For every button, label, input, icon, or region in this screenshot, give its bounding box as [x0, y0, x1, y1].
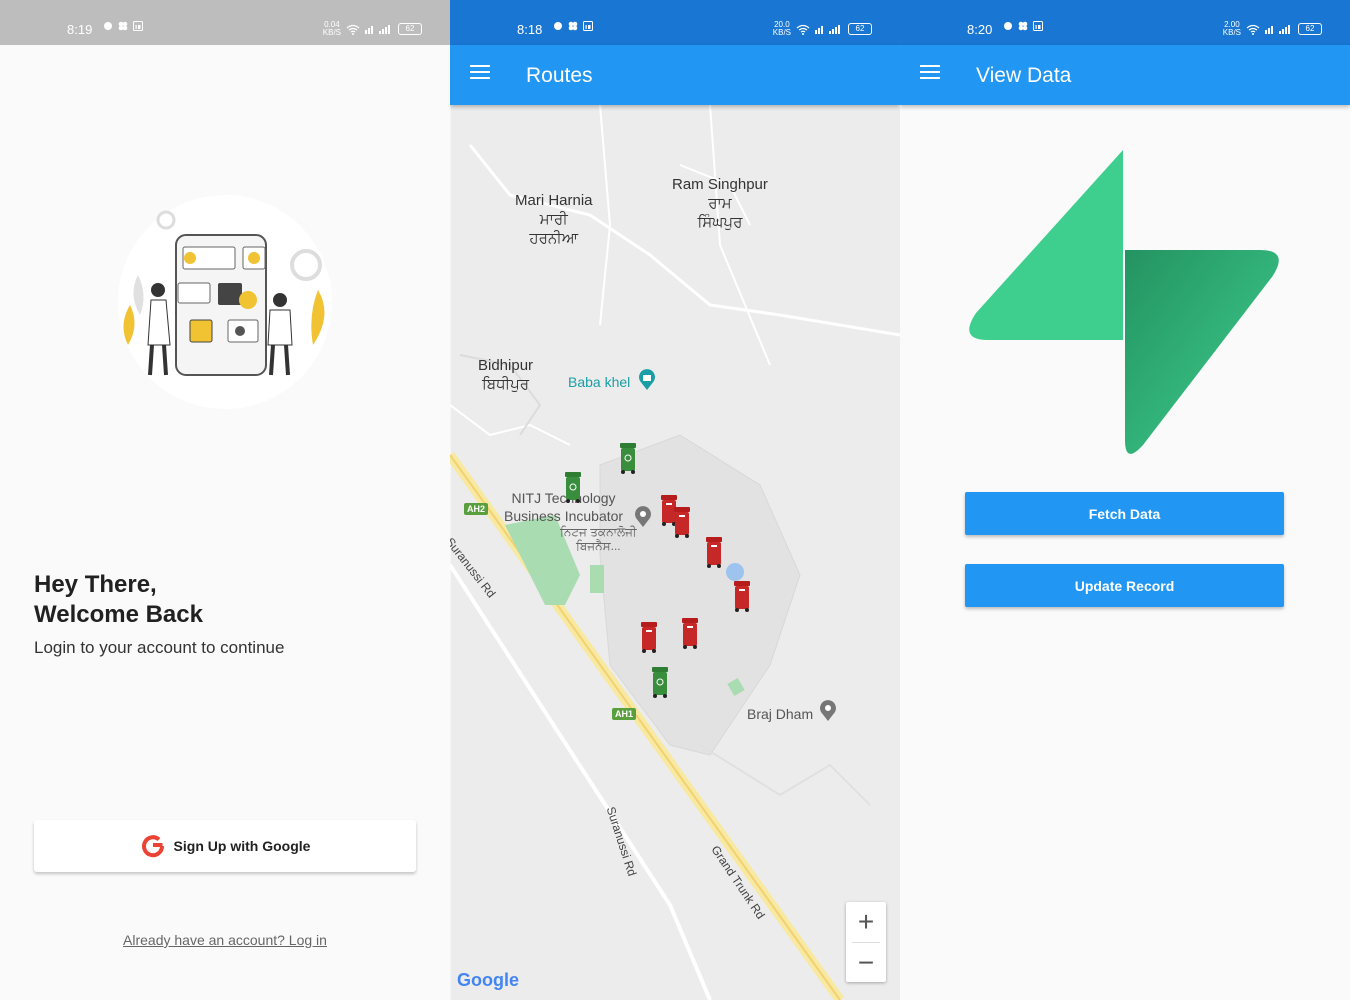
- greeting-line-2: Welcome Back: [34, 601, 203, 628]
- notification-icons: [553, 21, 593, 31]
- red-bin-marker-icon[interactable]: [681, 617, 699, 649]
- phone-people-illustration: [123, 210, 325, 376]
- status-time: 8:20: [967, 22, 993, 37]
- highway-badge-ah2: AH2: [464, 503, 489, 515]
- zoom-out-button[interactable]: −: [846, 943, 886, 982]
- baba-khel-pin-icon[interactable]: [637, 369, 657, 391]
- linkedin-icon: [583, 21, 593, 31]
- network-speed: 2.00 KB/S: [1222, 20, 1241, 37]
- wifi-icon: [1246, 24, 1260, 35]
- poi-nitj-local-label: ਨਿਟਜ ਤਕਨਾਲੋਜੀ ਬਿਜਨੈਸ...: [560, 525, 637, 553]
- zoom-in-button[interactable]: +: [846, 902, 886, 942]
- notification-icons: [103, 21, 143, 31]
- notification-icons: [1003, 21, 1043, 31]
- red-bin-marker-icon[interactable]: [733, 580, 751, 612]
- greeting-line-1: Hey There,: [34, 571, 157, 598]
- signal-icon: [1265, 25, 1290, 34]
- google-signup-label: Sign Up with Google: [173, 838, 311, 854]
- place-local-name: ਰਾਮ ਸਿੰਘਪੁਰ: [697, 195, 743, 231]
- supabase-logo-icon: [969, 150, 1279, 454]
- zoom-controls: + −: [846, 902, 886, 982]
- place-mari-harnia: Mari Harnia ਮਾਰੀ ਹਰਨੀਆ: [515, 191, 593, 248]
- routes-screen: 8:18 20.0 KB/S 62 Routes Mari Harnia ਮਾਰ…: [450, 0, 900, 1000]
- highway-badge-ah1: AH1: [612, 708, 637, 720]
- place-ram-singhpur: Ram Singhpur ਰਾਮ ਸਿੰਘਪੁਰ: [672, 175, 768, 232]
- page-title: Routes: [526, 64, 593, 87]
- status-right: 0.04 KB/S 62: [323, 21, 422, 37]
- place-local-name: ਬਿਧੀਪੁਰ: [481, 376, 530, 393]
- login-link[interactable]: Already have an account? Log in: [0, 932, 450, 948]
- app-icon: [1018, 21, 1028, 31]
- chat-icon: [554, 22, 562, 30]
- wifi-icon: [796, 24, 810, 35]
- red-bin-marker-icon[interactable]: [705, 536, 723, 568]
- google-signup-button[interactable]: Sign Up with Google: [34, 820, 416, 872]
- place-bidhipur: Bidhipur ਬਿਧੀਪੁਰ: [478, 356, 533, 394]
- menu-icon[interactable]: [920, 65, 940, 83]
- app-bar: Routes: [450, 45, 900, 105]
- chat-icon: [1004, 22, 1012, 30]
- place-name: Bidhipur: [478, 357, 534, 374]
- view-data-screen: 8:20 2.00 KB/S 62 View Data Fetch Data U…: [900, 0, 1350, 1000]
- status-right: 20.0 KB/S 62: [773, 21, 872, 37]
- linkedin-icon: [133, 21, 143, 31]
- app-bar: View Data: [900, 45, 1350, 105]
- page-title: View Data: [976, 64, 1072, 87]
- fetch-data-button[interactable]: Fetch Data: [965, 492, 1284, 535]
- battery-indicator: 62: [848, 23, 872, 35]
- poi-baba-khel-label[interactable]: Baba khel: [568, 374, 630, 390]
- menu-icon[interactable]: [470, 65, 490, 83]
- app-icon: [118, 21, 128, 31]
- wifi-icon: [346, 24, 360, 35]
- update-record-button[interactable]: Update Record: [965, 564, 1284, 607]
- network-speed: 20.0 KB/S: [772, 20, 791, 37]
- network-speed: 0.04 KB/S: [322, 20, 341, 37]
- status-bar: 8:19 0.04 KB/S 62: [0, 0, 450, 45]
- login-screen: 8:19 0.04 KB/S 62 Hey There, Welcome Bac…: [0, 0, 450, 1000]
- battery-indicator: 62: [1298, 23, 1322, 35]
- login-illustration: [118, 195, 332, 409]
- place-name: Ram Singhpur: [672, 176, 768, 193]
- signal-icon: [815, 25, 840, 34]
- green-bin-marker-icon[interactable]: [651, 666, 669, 698]
- battery-indicator: 62: [398, 23, 422, 35]
- status-bar: 8:18 20.0 KB/S 62: [450, 0, 900, 45]
- greeting-heading: Hey There, Welcome Back: [34, 570, 203, 630]
- screens-container: 8:19 0.04 KB/S 62 Hey There, Welcome Bac…: [0, 0, 1350, 1000]
- google-attribution: Google: [457, 970, 519, 991]
- red-bin-marker-icon[interactable]: [640, 621, 658, 653]
- status-time: 8:19: [67, 22, 93, 37]
- status-time: 8:18: [517, 22, 543, 37]
- red-bin-marker-icon[interactable]: [673, 506, 691, 538]
- braj-dham-pin-icon[interactable]: [818, 700, 838, 722]
- map-view[interactable]: Mari Harnia ਮਾਰੀ ਹਰਨੀਆ Ram Singhpur ਰਾਮ …: [450, 104, 900, 1000]
- attribution-text: Google: [457, 970, 519, 990]
- login-subtitle: Login to your account to continue: [34, 638, 285, 657]
- status-bar: 8:20 2.00 KB/S 62: [900, 0, 1350, 45]
- signal-icon: [365, 25, 390, 34]
- google-logo-icon: [141, 835, 164, 858]
- chat-icon: [104, 22, 112, 30]
- place-name: Mari Harnia: [515, 192, 593, 209]
- green-bin-marker-icon[interactable]: [619, 442, 637, 474]
- status-right: 2.00 KB/S 62: [1223, 21, 1322, 37]
- linkedin-icon: [1033, 21, 1043, 31]
- place-local-name: ਮਾਰੀ ਹਰਨੀਆ: [529, 211, 579, 247]
- poi-braj-dham-label[interactable]: Braj Dham: [747, 706, 813, 722]
- app-icon: [568, 21, 578, 31]
- green-bin-marker-icon[interactable]: [564, 471, 582, 503]
- nitj-pin-icon[interactable]: [633, 506, 653, 528]
